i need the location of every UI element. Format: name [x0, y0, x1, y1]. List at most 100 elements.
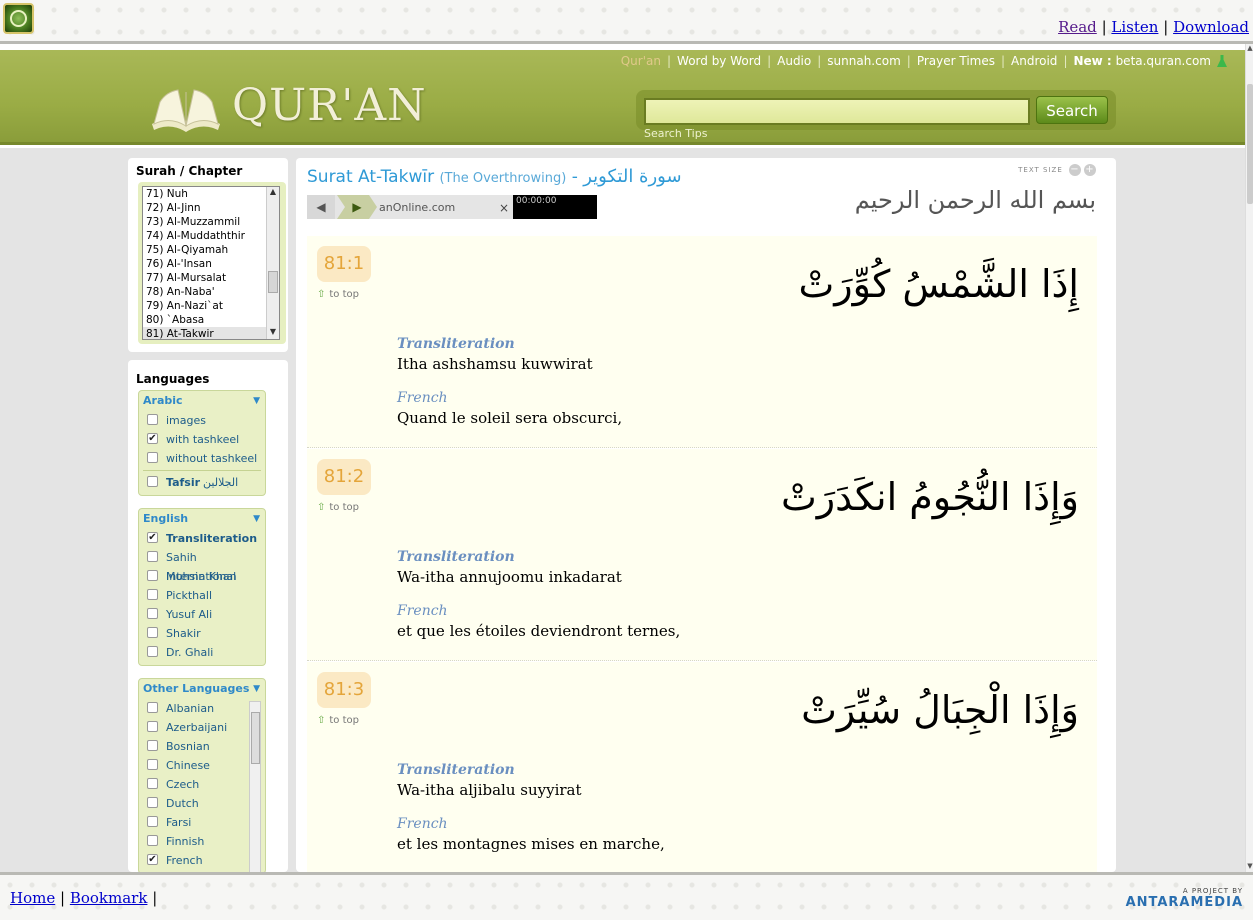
- surah-option[interactable]: 72) Al-Jinn: [143, 201, 279, 215]
- surah-option[interactable]: 74) Al-Muddaththir: [143, 229, 279, 243]
- surah-option-selected[interactable]: 81) At-Takwir: [143, 327, 279, 339]
- nav-quran[interactable]: Qur'an: [621, 54, 661, 68]
- surah-option[interactable]: 71) Nuh: [143, 187, 279, 201]
- scroll-up-arrow-icon[interactable]: ▲: [1246, 44, 1253, 54]
- text-size-decrease-icon[interactable]: −: [1069, 164, 1081, 176]
- lang-option-tafsir[interactable]: Tafsir الجلالين: [139, 473, 265, 492]
- checkbox[interactable]: [147, 702, 158, 713]
- close-icon[interactable]: ×: [499, 195, 511, 219]
- lang-option-images[interactable]: images: [139, 411, 265, 430]
- antaramedia-logo[interactable]: A PROJECT BY ANTARAMEDIA: [1126, 887, 1243, 910]
- checkbox[interactable]: [147, 759, 158, 770]
- scroll-down-arrow-icon[interactable]: ▼: [1246, 862, 1253, 872]
- checkbox[interactable]: [147, 816, 158, 827]
- scroll-thumb[interactable]: [268, 271, 278, 293]
- lang-option-finnish[interactable]: Finnish: [139, 832, 265, 851]
- listen-link[interactable]: Listen: [1111, 18, 1158, 36]
- text-size-increase-icon[interactable]: +: [1084, 164, 1096, 176]
- verse-number[interactable]: 81:1: [317, 246, 371, 282]
- lang-option-muhsin-khan[interactable]: Muhsin Khan: [139, 567, 265, 586]
- home-link[interactable]: Home: [10, 889, 55, 907]
- nav-android[interactable]: Android: [1011, 54, 1057, 68]
- nav-audio[interactable]: Audio: [777, 54, 811, 68]
- nav-sunnah[interactable]: sunnah.com: [827, 54, 900, 68]
- other-languages-scrollbar[interactable]: [249, 701, 261, 873]
- verse-block: 81:1 ⇧ to top إِذَا الشَّمْسُ كُوِّرَتْ T…: [307, 236, 1097, 448]
- checkbox[interactable]: [147, 608, 158, 619]
- lang-option-sahih[interactable]: Sahih International: [139, 548, 265, 583]
- surah-option[interactable]: 78) An-Naba': [143, 285, 279, 299]
- nav-prayer-times[interactable]: Prayer Times: [917, 54, 995, 68]
- checkbox[interactable]: [147, 835, 158, 846]
- scroll-up-arrow-icon[interactable]: ▲: [267, 187, 279, 199]
- lang-option-shakir[interactable]: Shakir: [139, 624, 265, 643]
- surah-option[interactable]: 76) Al-'Insan: [143, 257, 279, 271]
- checkbox-checked[interactable]: ✔: [147, 532, 158, 543]
- lang-option-bosnian[interactable]: Bosnian: [139, 737, 265, 756]
- lang-option-albanian[interactable]: Albanian: [139, 699, 265, 718]
- lang-option-yusuf-ali[interactable]: Yusuf Ali: [139, 605, 265, 624]
- verse-number[interactable]: 81:2: [317, 459, 371, 495]
- english-group-header[interactable]: English ▼: [139, 509, 265, 529]
- checkbox[interactable]: [147, 627, 158, 638]
- nav-beta-link[interactable]: beta.quran.com: [1116, 54, 1211, 68]
- lang-option-azerbaijani[interactable]: Azerbaijani: [139, 718, 265, 737]
- checkbox[interactable]: [147, 452, 158, 463]
- quran-app-icon[interactable]: [3, 3, 34, 34]
- lang-option-dr-ghali[interactable]: Dr. Ghali: [139, 643, 265, 662]
- checkbox[interactable]: [147, 646, 158, 657]
- volume-icon[interactable]: ◀: [307, 195, 335, 219]
- bookmark-link[interactable]: Bookmark: [70, 889, 148, 907]
- checkbox[interactable]: [147, 570, 158, 581]
- arabic-group-header[interactable]: Arabic ▼: [139, 391, 265, 411]
- surah-listbox[interactable]: 71) Nuh 72) Al-Jinn 73) Al-Muzzammil 74)…: [142, 186, 280, 340]
- surah-option[interactable]: 75) Al-Qiyamah: [143, 243, 279, 257]
- site-header: Qur'an | Word by Word | Audio | sunnah.com | Pra…: [0, 50, 1245, 145]
- surah-list-scrollbar[interactable]: ▲ ▼: [266, 187, 279, 339]
- search-tips-link[interactable]: Search Tips: [644, 127, 707, 140]
- checkbox[interactable]: [147, 797, 158, 808]
- search-box: Search: [636, 90, 1116, 130]
- checkbox[interactable]: [147, 778, 158, 789]
- to-top-link[interactable]: ⇧ to top: [317, 715, 359, 726]
- lang-option-farsi[interactable]: Farsi: [139, 813, 265, 832]
- checkbox[interactable]: [147, 551, 158, 562]
- checkbox-checked[interactable]: ✔: [147, 433, 158, 444]
- nav-word-by-word[interactable]: Word by Word: [677, 54, 761, 68]
- page-scrollbar[interactable]: ▲ ▼: [1245, 44, 1253, 872]
- to-top-link[interactable]: ⇧ to top: [317, 289, 359, 300]
- surah-option[interactable]: 73) Al-Muzzammil: [143, 215, 279, 229]
- to-top-link[interactable]: ⇧ to top: [317, 502, 359, 513]
- verse-french: et les montagnes mises en marche,: [397, 835, 665, 853]
- verse-arabic: إِذَا الشَّمْسُ كُوِّرَتْ: [798, 262, 1080, 306]
- play-icon[interactable]: ▶: [337, 195, 377, 219]
- other-languages-header[interactable]: Other Languages ▼: [139, 679, 265, 699]
- surah-panel-title: Surah / Chapter: [136, 164, 243, 178]
- search-input[interactable]: [644, 98, 1030, 125]
- surah-option[interactable]: 79) An-Nazi`at: [143, 299, 279, 313]
- read-link[interactable]: Read: [1058, 18, 1097, 36]
- lang-option-transliteration[interactable]: ✔ Transliteration: [139, 529, 265, 548]
- lang-option-french[interactable]: ✔ French: [139, 851, 265, 870]
- search-button[interactable]: Search: [1036, 96, 1108, 124]
- checkbox-checked[interactable]: ✔: [147, 854, 158, 865]
- download-link[interactable]: Download: [1173, 18, 1249, 36]
- surah-option[interactable]: 80) `Abasa: [143, 313, 279, 327]
- lang-option-with-tashkeel[interactable]: ✔ with tashkeel: [139, 430, 265, 449]
- lang-option-chinese[interactable]: Chinese: [139, 756, 265, 775]
- scroll-thumb[interactable]: [1247, 84, 1253, 204]
- lang-option-czech[interactable]: Czech: [139, 775, 265, 794]
- surah-arabic-name: سورة التكوير: [583, 166, 682, 187]
- lang-option-pickthall[interactable]: Pickthall: [139, 586, 265, 605]
- checkbox[interactable]: [147, 414, 158, 425]
- checkbox[interactable]: [147, 740, 158, 751]
- lang-option-dutch[interactable]: Dutch: [139, 794, 265, 813]
- lang-option-without-tashkeel[interactable]: without tashkeel: [139, 449, 265, 468]
- scroll-down-arrow-icon[interactable]: ▼: [267, 327, 279, 339]
- scroll-thumb[interactable]: [251, 712, 260, 764]
- verse-number[interactable]: 81:3: [317, 672, 371, 708]
- checkbox[interactable]: [147, 589, 158, 600]
- checkbox[interactable]: [147, 476, 158, 487]
- checkbox[interactable]: [147, 721, 158, 732]
- surah-option[interactable]: 77) Al-Mursalat: [143, 271, 279, 285]
